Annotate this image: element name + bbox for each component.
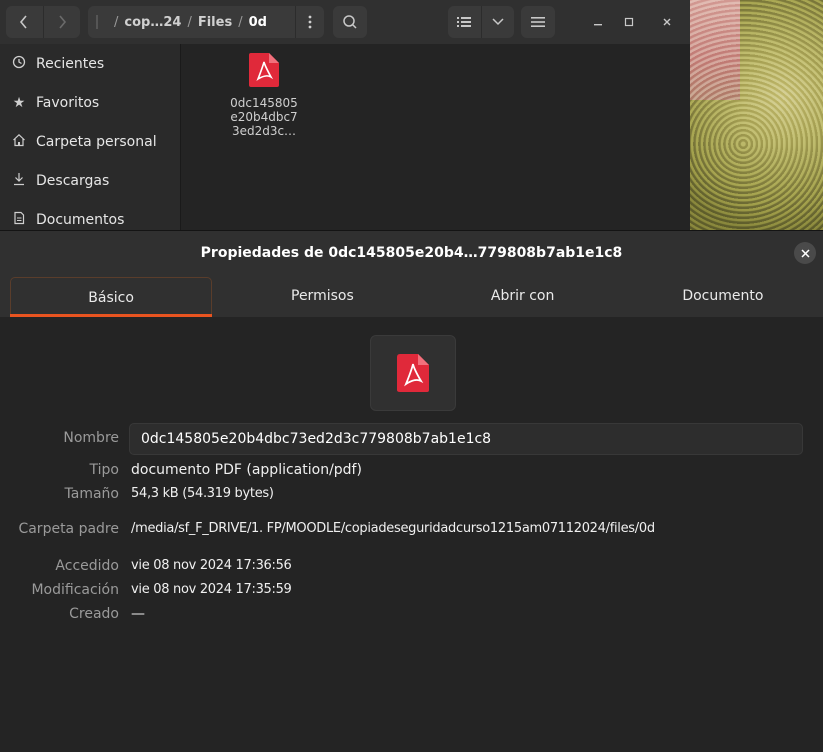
sidebar-item-label: Descargas [36, 172, 110, 189]
files-content-area: 0dc145805 e20b4dbc7 3ed2d3c… [181, 44, 690, 232]
main-menu-button[interactable] [521, 6, 555, 38]
parent-folder-label: Carpeta padre [18, 521, 119, 537]
download-icon [10, 172, 28, 190]
modified-value: vie 08 nov 2024 17:35:59 [131, 582, 292, 597]
properties-dialog: Propiedades de 0dc145805e20b4…779808b7ab… [0, 230, 823, 752]
chevron-down-icon [492, 18, 504, 26]
path-menu-button[interactable] [295, 6, 324, 38]
list-view-icon [457, 17, 472, 27]
sidebar-item-label: Favoritos [36, 94, 100, 111]
parent-folder-row: Carpeta padre /media/sf_F_DRIVE/1. FP/MO… [0, 521, 823, 541]
vertical-dots-icon [308, 15, 312, 29]
path-bar-grip [96, 15, 104, 29]
parent-folder-link[interactable]: /media/sf_F_DRIVE/1. FP/MOODLE/copiadese… [131, 521, 655, 536]
forward-button[interactable] [43, 6, 80, 38]
minimize-icon [594, 24, 602, 26]
dialog-close-button[interactable] [794, 242, 816, 264]
sidebar-item-carpeta-personal[interactable]: Carpeta personal [0, 122, 180, 161]
accessed-label: Accedido [55, 558, 119, 574]
minimize-button[interactable] [583, 6, 613, 38]
sidebar-item-recientes[interactable]: Recientes [0, 44, 180, 83]
modified-label: Modificación [31, 582, 119, 598]
desktop-wallpaper [690, 0, 823, 240]
modified-row: Modificación vie 08 nov 2024 17:35:59 [0, 582, 823, 602]
files-window: / cop…24 / Files / 0d Recientes ★ Favori… [0, 0, 690, 232]
view-options [448, 6, 514, 38]
type-label: Tipo [89, 462, 119, 478]
hamburger-menu-icon [531, 17, 545, 27]
search-button[interactable] [333, 6, 367, 38]
back-button[interactable] [6, 6, 43, 38]
dialog-header: Propiedades de 0dc145805e20b4…779808b7ab… [0, 231, 823, 275]
file-icon-button[interactable] [370, 335, 456, 411]
size-row: Tamaño 54,3 kB (54.319 bytes) [0, 486, 823, 506]
pdf-file-icon [397, 354, 429, 392]
document-icon [10, 211, 28, 229]
search-icon [343, 15, 357, 29]
created-row: Creado — [0, 606, 823, 626]
size-label: Tamaño [64, 486, 119, 502]
chevron-right-icon [59, 15, 66, 29]
created-value: — [131, 606, 145, 622]
name-label: Nombre [63, 430, 119, 446]
tab-abrir-con[interactable]: Abrir con [423, 275, 623, 317]
maximize-icon [624, 17, 634, 27]
home-icon [10, 133, 28, 151]
sidebar-item-descargas[interactable]: Descargas [0, 161, 180, 200]
sidebar-item-label: Carpeta personal [36, 133, 157, 150]
tab-permisos[interactable]: Permisos [222, 275, 422, 317]
name-field[interactable]: 0dc145805e20b4dbc73ed2d3c779808b7ab1e1c8 [129, 423, 803, 455]
type-value: documento PDF (application/pdf) [131, 462, 362, 478]
path-segment-files[interactable]: Files [198, 15, 232, 30]
view-dropdown-button[interactable] [481, 6, 514, 38]
window-close-button[interactable] [652, 6, 682, 38]
created-label: Creado [69, 606, 119, 622]
files-sidebar: Recientes ★ Favoritos Carpeta personal D… [0, 44, 181, 232]
wallpaper-texture [690, 0, 823, 240]
path-segment-current[interactable]: 0d [249, 15, 267, 30]
sidebar-item-label: Recientes [36, 55, 105, 72]
navigation-buttons [6, 6, 80, 38]
sidebar-item-label: Documentos [36, 211, 125, 228]
type-row: Tipo documento PDF (application/pdf) [0, 462, 823, 482]
name-row: Nombre 0dc145805e20b4dbc73ed2d3c779808b7… [0, 423, 823, 457]
star-icon: ★ [12, 94, 26, 111]
accessed-value: vie 08 nov 2024 17:36:56 [131, 558, 292, 573]
dialog-title: Propiedades de 0dc145805e20b4…779808b7ab… [200, 245, 623, 261]
pdf-file-icon [249, 53, 279, 87]
path-bar: / cop…24 / Files / 0d [88, 6, 324, 38]
accessed-row: Accedido vie 08 nov 2024 17:36:56 [0, 558, 823, 578]
close-icon [800, 248, 810, 258]
path-segment-parent[interactable]: cop…24 [124, 15, 181, 30]
files-headerbar: / cop…24 / Files / 0d [0, 0, 690, 44]
file-icon-item[interactable]: 0dc145805 e20b4dbc7 3ed2d3c… [209, 52, 319, 138]
tab-documento[interactable]: Documento [623, 275, 823, 317]
sidebar-item-favoritos[interactable]: ★ Favoritos [0, 83, 180, 122]
close-icon [663, 18, 671, 26]
clock-icon [10, 55, 28, 73]
file-name-label: 0dc145805 e20b4dbc7 3ed2d3c… [230, 96, 298, 138]
list-view-button[interactable] [448, 6, 481, 38]
sidebar-item-documentos[interactable]: Documentos [0, 200, 180, 232]
dialog-tabs: Básico Permisos Abrir con Documento [0, 275, 823, 317]
size-value: 54,3 kB (54.319 bytes) [131, 486, 274, 501]
tab-basico[interactable]: Básico [10, 277, 213, 317]
chevron-left-icon [20, 15, 27, 29]
maximize-button[interactable] [614, 6, 644, 38]
